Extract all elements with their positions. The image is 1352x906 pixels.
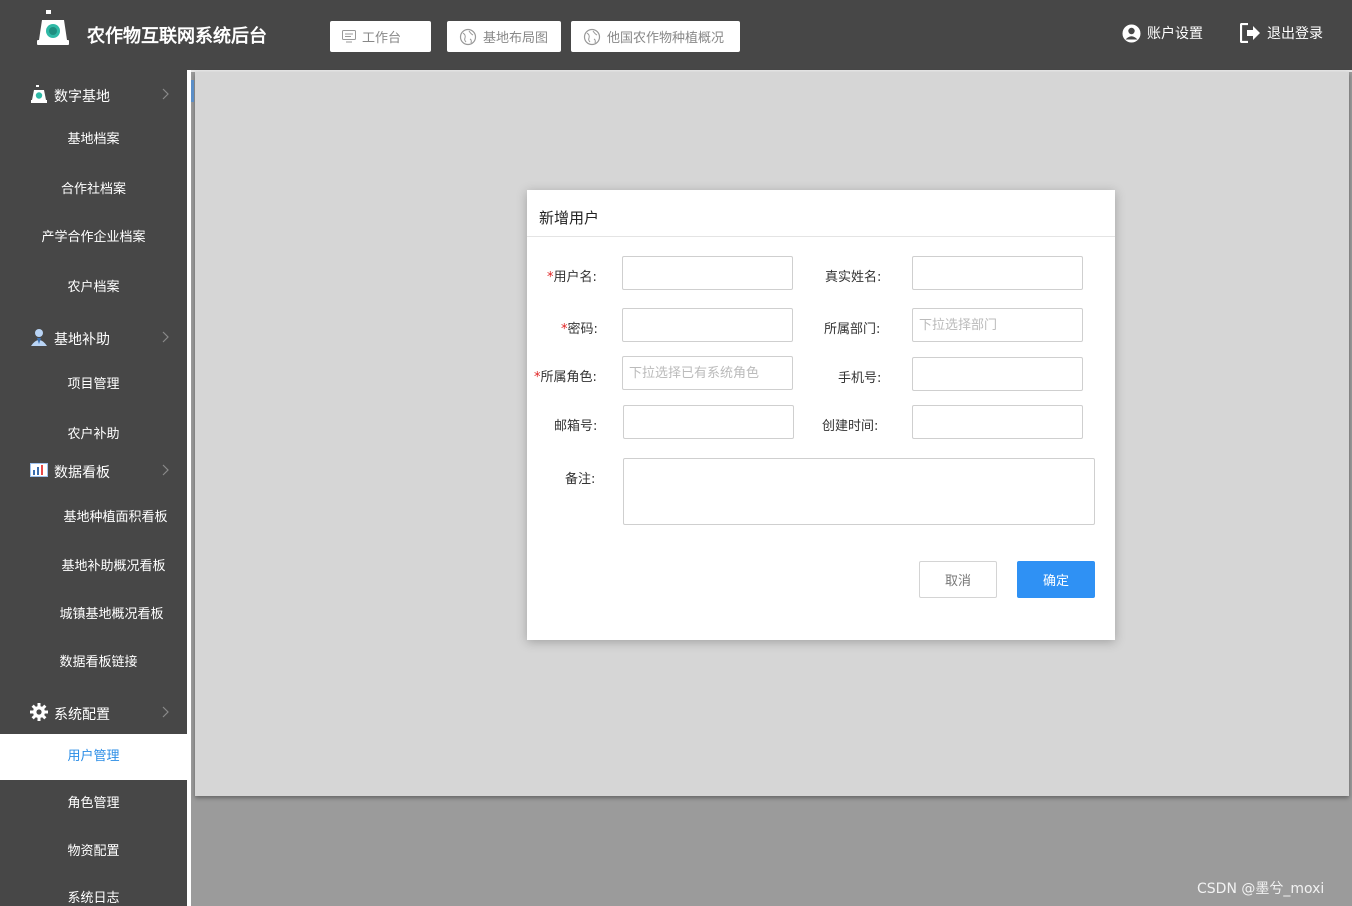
user-icon bbox=[31, 329, 47, 346]
nav-base-layout-button[interactable]: 基地布局图 bbox=[447, 21, 561, 52]
add-user-dialog: 新增用户 *用户名: 真实姓名: *密码: 所属部门: *所属角色: 手机号: … bbox=[527, 190, 1115, 640]
sidebar-group-label: 数据看板 bbox=[54, 465, 110, 481]
chevron-right-icon bbox=[162, 464, 169, 476]
nav-workbench-label: 工作台 bbox=[362, 31, 402, 46]
logo-icon bbox=[37, 10, 69, 45]
gear-icon bbox=[30, 703, 48, 721]
created-at-label: 创建时间: bbox=[822, 419, 879, 434]
department-select[interactable] bbox=[912, 308, 1083, 342]
chevron-right-icon bbox=[162, 88, 169, 100]
username-label: *用户名: bbox=[547, 270, 597, 285]
confirm-button[interactable]: 确定 bbox=[1017, 561, 1095, 598]
content-gutter bbox=[187, 70, 191, 906]
department-label: 所属部门: bbox=[824, 322, 881, 337]
role-label: *所属角色: bbox=[534, 370, 597, 385]
sidebar-group-subsidy[interactable]: 基地补助 bbox=[0, 322, 187, 352]
dialog-title: 新增用户 bbox=[539, 209, 600, 227]
sidebar-item-system-log[interactable]: 系统日志 bbox=[0, 876, 187, 906]
sidebar-item-role-management[interactable]: 角色管理 bbox=[0, 781, 187, 827]
phone-input[interactable] bbox=[912, 357, 1083, 391]
username-input[interactable] bbox=[622, 256, 793, 290]
sidebar-item-subsidy-board[interactable]: 基地补助概况看板 bbox=[20, 544, 187, 590]
role-select[interactable] bbox=[622, 356, 793, 390]
sidebar-item-enterprise-archive[interactable]: 产学合作企业档案 bbox=[0, 215, 187, 261]
sidebar-item-project-management[interactable]: 项目管理 bbox=[0, 362, 187, 408]
account-settings-button[interactable]: 账户设置 bbox=[1122, 23, 1203, 43]
sidebar-item-farmer-archive[interactable]: 农户档案 bbox=[0, 265, 187, 311]
nav-foreign-crops-label: 他国农作物种植概况 bbox=[607, 31, 725, 46]
sidebar-group-label: 系统配置 bbox=[54, 707, 110, 723]
created-at-input[interactable] bbox=[912, 405, 1083, 439]
top-header: 农作物互联网系统后台 工作台 基地布局图 他国农作物种植概况 账户设置 退出登录 bbox=[0, 0, 1352, 70]
password-label: *密码: bbox=[561, 322, 598, 337]
logout-label: 退出登录 bbox=[1267, 26, 1323, 42]
globe-icon bbox=[459, 28, 477, 45]
sidebar-group-label: 数字基地 bbox=[54, 89, 110, 105]
email-label: 邮箱号: bbox=[554, 419, 598, 434]
chevron-right-icon bbox=[162, 331, 169, 343]
password-input[interactable] bbox=[622, 308, 793, 342]
dialog-divider bbox=[527, 236, 1115, 237]
email-input[interactable] bbox=[623, 405, 794, 439]
watermark: CSDN @墨兮_moxi bbox=[1197, 881, 1325, 897]
nav-foreign-crops-button[interactable]: 他国农作物种植概况 bbox=[571, 21, 740, 52]
logout-button[interactable]: 退出登录 bbox=[1240, 23, 1323, 43]
sidebar: 数字基地 基地档案 合作社档案 产学合作企业档案 农户档案 基地补助 项目管理 … bbox=[0, 70, 187, 906]
sidebar-group-digital-base[interactable]: 数字基地 bbox=[0, 79, 187, 109]
nav-base-layout-label: 基地布局图 bbox=[483, 31, 549, 46]
sidebar-item-farmer-subsidy[interactable]: 农户补助 bbox=[0, 412, 187, 458]
remark-label: 备注: bbox=[565, 472, 596, 487]
sidebar-item-material-config[interactable]: 物资配置 bbox=[0, 829, 187, 875]
monitor-icon bbox=[342, 30, 356, 43]
realname-input[interactable] bbox=[912, 256, 1083, 290]
logout-icon bbox=[1240, 23, 1260, 43]
nav-workbench-button[interactable]: 工作台 bbox=[330, 21, 431, 52]
bar-chart-icon bbox=[30, 463, 48, 477]
sidebar-item-user-management[interactable]: 用户管理 bbox=[0, 734, 187, 780]
content-indicator bbox=[191, 80, 194, 102]
user-circle-icon bbox=[1122, 24, 1141, 42]
sidebar-group-dashboard[interactable]: 数据看板 bbox=[0, 455, 187, 485]
sidebar-item-board-link[interactable]: 数据看板链接 bbox=[5, 640, 187, 686]
phone-label: 手机号: bbox=[838, 371, 882, 386]
base-icon bbox=[31, 85, 47, 103]
chevron-right-icon bbox=[162, 706, 169, 718]
account-settings-label: 账户设置 bbox=[1147, 26, 1203, 42]
sidebar-group-system-config[interactable]: 系统配置 bbox=[0, 697, 187, 727]
globe-icon bbox=[583, 28, 601, 45]
sidebar-item-base-archive[interactable]: 基地档案 bbox=[0, 117, 187, 163]
realname-label: 真实姓名: bbox=[825, 270, 882, 285]
sidebar-item-town-board[interactable]: 城镇基地概况看板 bbox=[18, 592, 187, 638]
remark-textarea[interactable] bbox=[623, 458, 1095, 525]
sidebar-item-planting-area-board[interactable]: 基地种植面积看板 bbox=[22, 495, 187, 541]
sidebar-group-label: 基地补助 bbox=[54, 332, 110, 348]
app-title: 农作物互联网系统后台 bbox=[87, 26, 267, 47]
cancel-button[interactable]: 取消 bbox=[919, 561, 997, 598]
sidebar-item-coop-archive[interactable]: 合作社档案 bbox=[0, 167, 187, 213]
